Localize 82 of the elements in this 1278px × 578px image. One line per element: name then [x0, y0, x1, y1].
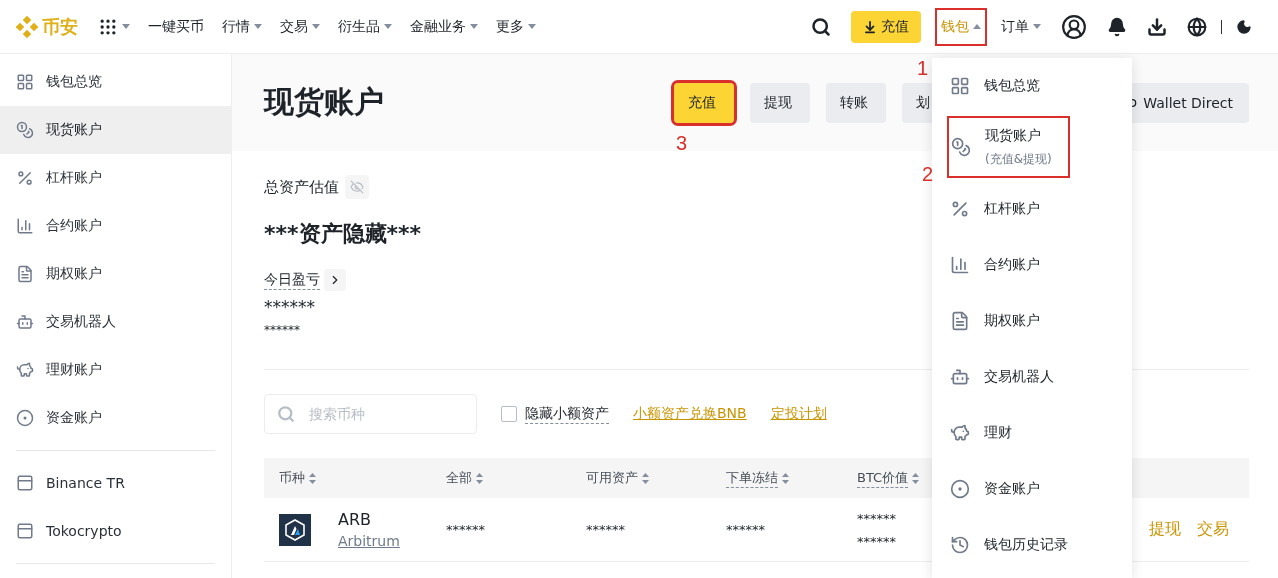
page-title: 现货账户 — [264, 83, 385, 121]
balance-value: ***资产隐藏*** — [264, 220, 423, 248]
column-header[interactable]: 币种 — [279, 469, 305, 487]
nav-item[interactable]: 行情 — [222, 17, 262, 36]
checkbox[interactable] — [501, 406, 517, 422]
header-menu[interactable]: 订单 — [997, 9, 1045, 44]
sort-icon[interactable] — [476, 472, 483, 484]
percent-icon — [950, 199, 970, 219]
pnl-details-button[interactable] — [324, 269, 346, 291]
search-icon — [277, 405, 295, 423]
download-icon[interactable] — [1147, 16, 1167, 37]
pnl-secondary-value: ****** — [264, 323, 301, 337]
globe-icon[interactable] — [1187, 16, 1207, 37]
coin-name-link[interactable]: Arbitrum — [338, 533, 400, 549]
bell-icon[interactable] — [1107, 16, 1127, 37]
column-header[interactable]: 可用资产 — [586, 469, 638, 487]
history-icon — [950, 535, 970, 555]
piggy-bank-icon — [950, 423, 970, 443]
dropdown-item[interactable]: 交易机器人 — [932, 349, 1132, 405]
document-icon — [950, 311, 970, 331]
logo-text: 币安 — [42, 14, 78, 39]
nav-item[interactable]: 更多 — [496, 17, 536, 36]
annotation-number: 2 — [922, 164, 934, 184]
table-cell: ****** — [857, 533, 896, 549]
sort-icon[interactable] — [309, 472, 316, 484]
annotation-number: 3 — [676, 132, 688, 153]
chart-icon — [950, 255, 970, 275]
grid-icon — [16, 73, 34, 91]
circle-icon — [950, 479, 970, 499]
panel-icon — [16, 522, 34, 540]
action-button[interactable]: 提现 — [750, 82, 810, 123]
coins-icon — [16, 121, 34, 139]
deposit-button[interactable]: 充值 — [851, 10, 921, 43]
coin-symbol: ARB — [338, 510, 373, 529]
table-cell-text: ****** — [586, 522, 626, 537]
pnl-value: ****** — [264, 297, 316, 317]
percent-icon — [16, 169, 34, 187]
search-icon[interactable] — [811, 16, 831, 37]
column-header[interactable]: 下单冻结 — [726, 468, 778, 488]
robot-icon — [950, 367, 970, 387]
dropdown-item[interactable]: 理财 — [932, 405, 1132, 461]
sort-icon[interactable] — [642, 472, 649, 484]
nav-item[interactable]: 金融业务 — [410, 17, 478, 36]
circle-icon — [16, 409, 34, 427]
panel-icon — [16, 474, 34, 492]
dropdown-item[interactable]: 期权账户 — [932, 293, 1132, 349]
download-icon — [863, 19, 877, 34]
piggy-bank-icon — [16, 361, 34, 379]
search-field[interactable]: 搜索币种 — [264, 394, 477, 434]
eye-off-icon — [350, 180, 364, 194]
sort-icon[interactable] — [912, 472, 920, 484]
grid-icon — [950, 76, 970, 96]
search-input[interactable]: 搜索币种 — [307, 405, 457, 423]
dropdown-item[interactable]: 合约账户 — [932, 237, 1132, 293]
table-cell-text: ****** — [446, 522, 486, 537]
robot-icon — [16, 313, 34, 331]
checkbox-label: 隐藏小额资产 — [525, 404, 609, 424]
dropdown-item[interactable]: 钱包历史记录 — [932, 517, 1132, 573]
column-header[interactable]: BTC价值 — [857, 468, 909, 488]
annotation-number: 1 — [917, 57, 929, 78]
column-header[interactable]: 全部 — [446, 469, 472, 487]
action-button[interactable]: 转账 — [826, 82, 886, 123]
coin-logo — [279, 513, 311, 546]
balance-label: 总资产估值 — [264, 177, 339, 197]
logo-icon — [16, 15, 38, 38]
table-cell: ****** — [857, 510, 896, 526]
dropdown-item[interactable]: 杠杆账户 — [932, 181, 1132, 237]
chart-icon — [16, 217, 34, 235]
nav-item[interactable]: 交易 — [280, 17, 320, 36]
dropdown-item[interactable]: 资金账户 — [932, 461, 1132, 517]
table-cell-text: ****** — [726, 522, 766, 537]
dropdown-item[interactable]: 现货账户 (充值&提现) — [949, 118, 1068, 176]
sidebar-item[interactable]: 现货账户 — [0, 106, 231, 154]
coins-icon — [951, 137, 971, 157]
nav-item[interactable]: 衍生品 — [338, 17, 392, 36]
sort-icon[interactable] — [782, 472, 789, 484]
user-icon[interactable] — [1061, 13, 1087, 40]
moon-icon[interactable] — [1236, 18, 1252, 35]
nav-item[interactable]: 一键买币 — [148, 17, 204, 36]
hide-toggle[interactable] — [345, 175, 369, 199]
document-icon — [16, 265, 34, 283]
pnl-label: 今日盈亏 — [264, 270, 320, 290]
